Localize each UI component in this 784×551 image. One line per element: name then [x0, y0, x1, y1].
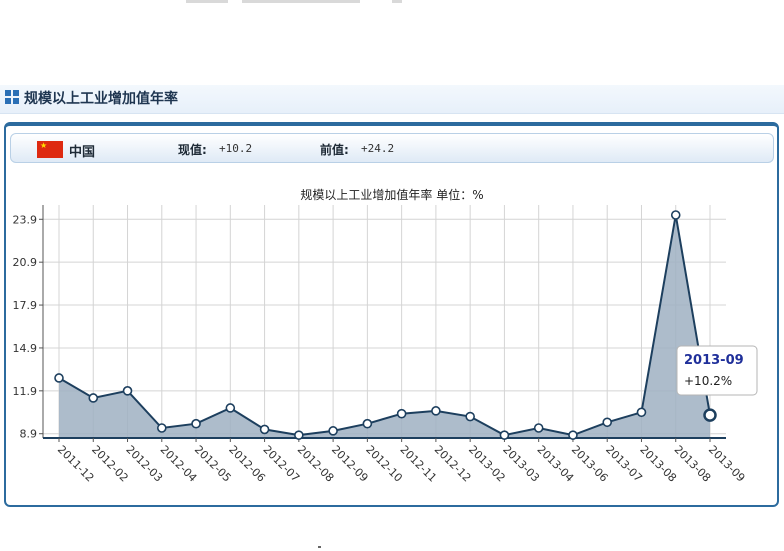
x-tick-label: 2012-07: [260, 443, 302, 485]
data-point: [88, 393, 99, 403]
x-tick-label: 2013-08: [637, 443, 679, 485]
x-tick-label: 2012-11: [398, 443, 440, 485]
x-tick-label: 2012-09: [329, 443, 371, 485]
x-tick-label: 2012-05: [192, 443, 234, 485]
x-tick-label: 2012-06: [226, 443, 268, 485]
data-point: [191, 418, 201, 429]
x-tick-label: 2013-07: [603, 443, 645, 485]
x-tick-label: 2012-02: [89, 443, 131, 485]
data-point: [396, 408, 407, 419]
data-point: [670, 210, 681, 220]
data-point: [636, 407, 647, 418]
x-tick-label: 2013-03: [500, 443, 542, 485]
y-tick-label: 11.9: [13, 385, 38, 398]
data-point: [225, 403, 236, 413]
tooltip-title: 2013-09: [684, 353, 744, 368]
line-chart: 规模以上工业增加值年率 单位：% 8.9 11.9 14.9 17.9 20.9 23.9…: [13, 187, 758, 485]
x-tick-label: 2012-04: [158, 443, 200, 485]
x-tick-label: 2012-08: [295, 443, 337, 485]
x-tick-label: 2012-12: [432, 443, 474, 485]
point-layer: [54, 210, 717, 440]
tooltip: 2013-09 +10.2%: [676, 345, 758, 396]
x-tick-label: 2013-09: [706, 443, 748, 485]
x-tick-label: 2012-10: [363, 443, 405, 485]
y-tick-label: 14.9: [13, 342, 38, 355]
grid-layer: [43, 205, 726, 438]
bottom-mark: [318, 546, 321, 548]
x-tick-label: 2013-02: [466, 443, 508, 485]
data-point: [362, 418, 373, 429]
data-point: [122, 386, 133, 396]
data-point: [294, 430, 304, 440]
data-point: [465, 411, 475, 422]
y-tick-label: 8.9: [20, 428, 38, 441]
y-tick-label: 17.9: [13, 299, 38, 312]
y-tick-label: 23.9: [13, 213, 38, 226]
x-tick-label: 2013-08: [672, 443, 714, 485]
data-point: [259, 424, 270, 435]
axis-layer: 8.911.914.917.920.923.92011-122012-02201…: [13, 205, 748, 485]
data-point: [328, 426, 338, 436]
x-tick-label: 2013-04: [535, 443, 577, 485]
data-point: [499, 430, 510, 440]
area-fill: [59, 215, 710, 438]
y-tick-label: 20.9: [13, 256, 38, 269]
data-point: [602, 417, 613, 428]
x-tick-label: 2012-03: [123, 443, 165, 485]
series-line: [58, 214, 711, 437]
x-tick-label: 2013-06: [569, 443, 611, 485]
tooltip-value: +10.2%: [684, 374, 732, 388]
chart-title: 规模以上工业增加值年率 单位：%: [300, 187, 483, 202]
data-point: [431, 406, 441, 416]
data-point: [568, 430, 578, 440]
area-layer: [58, 214, 711, 438]
data-point: [54, 373, 64, 383]
data-point: [156, 423, 167, 433]
data-point: [533, 423, 544, 433]
highlighted-point: [703, 408, 717, 422]
x-tick-label: 2011-12: [55, 443, 97, 485]
